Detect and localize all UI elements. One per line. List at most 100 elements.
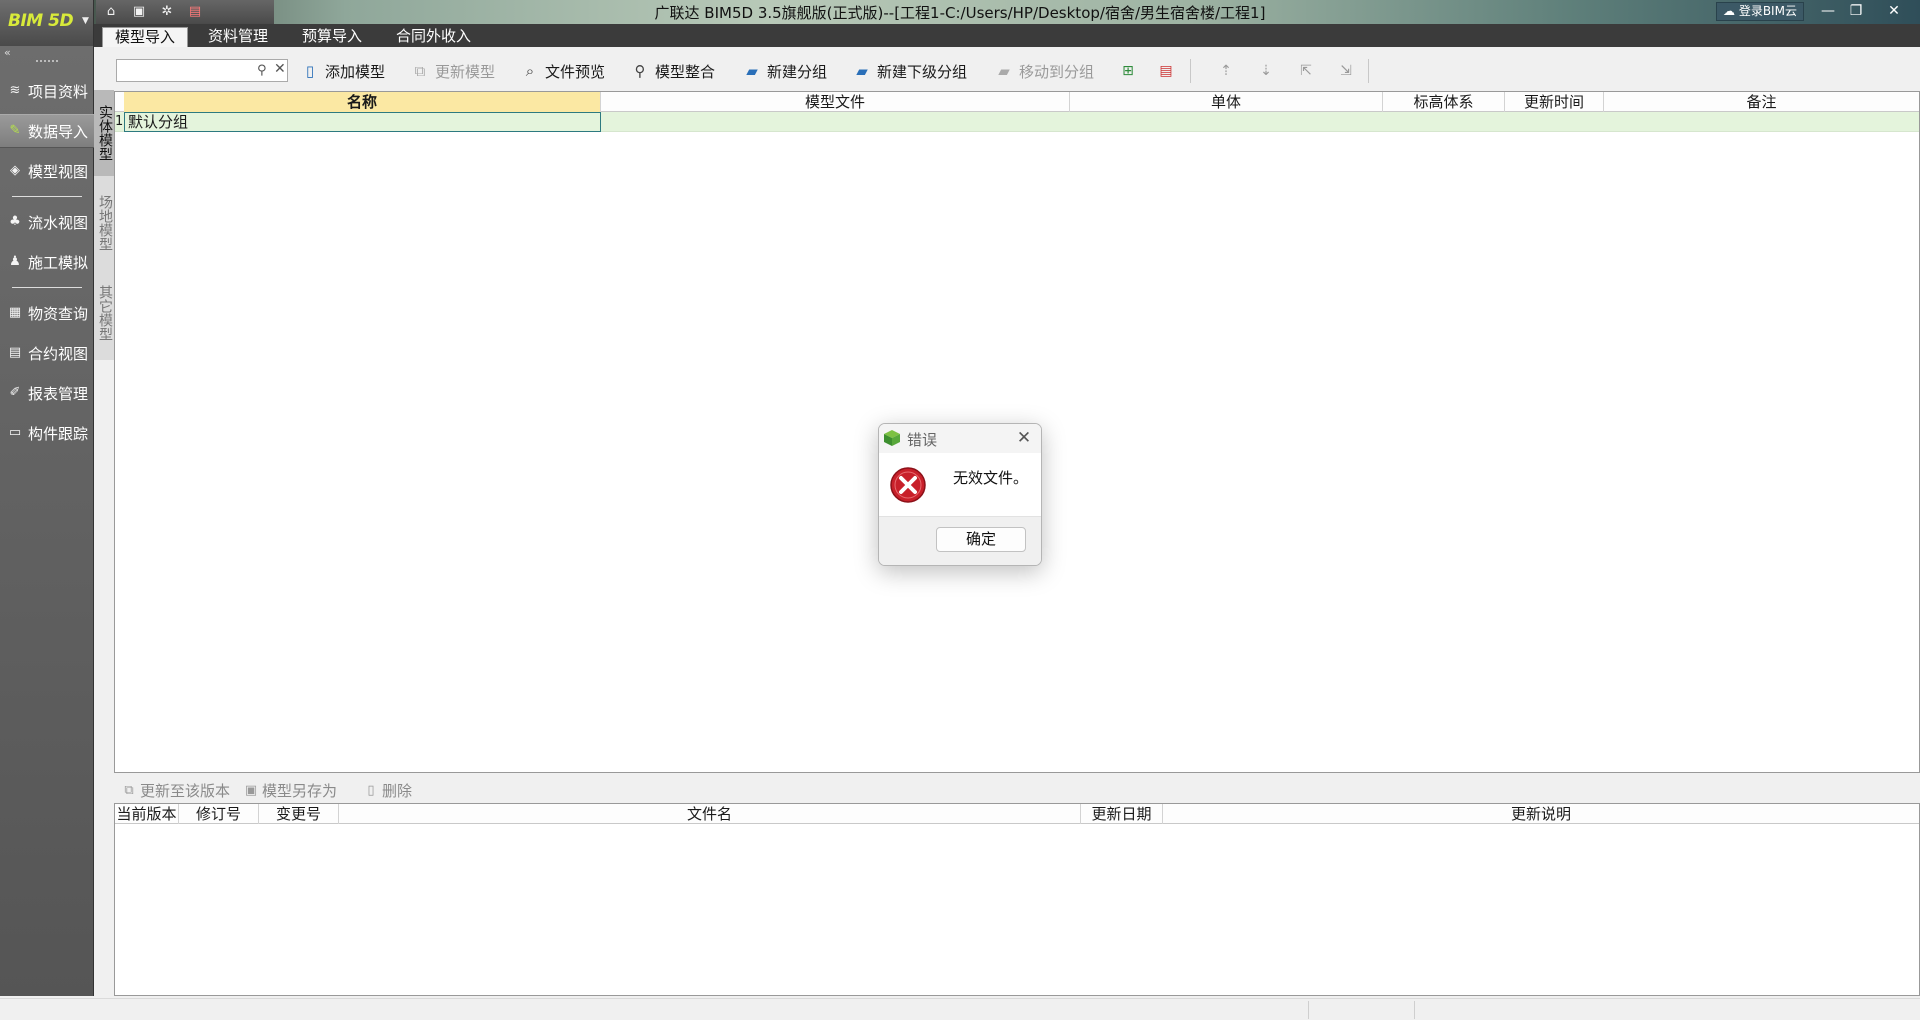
- ok-button[interactable]: 确定: [936, 527, 1026, 552]
- sidebar-grip: [36, 60, 58, 62]
- collapse-icon[interactable]: «: [4, 46, 11, 59]
- tab-extra-contract-income[interactable]: 合同外收入: [384, 27, 483, 47]
- import-icon: ✎: [9, 123, 21, 138]
- title-bar: ⌂ ▣ ✲ ▤ 广联达 BIM5D 3.5旗舰版(正式版)--[工程1-C:/U…: [0, 0, 1920, 24]
- move-top-icon[interactable]: ⇱: [1296, 61, 1316, 81]
- tab-model-import[interactable]: 模型导入: [102, 27, 189, 47]
- sidebar-item-report-management[interactable]: ✐ 报表管理: [0, 376, 94, 410]
- column-header-revision[interactable]: 修订号: [179, 804, 259, 824]
- sidebar-item-construction-sim[interactable]: ♟ 施工模拟: [0, 245, 94, 279]
- cloud-login-label: 登录BIM云: [1738, 4, 1797, 18]
- cloud-login-button[interactable]: ☁ 登录BIM云: [1716, 2, 1804, 21]
- sidebar-item-project-docs[interactable]: ≋ 项目资料: [0, 74, 94, 108]
- minimize-icon[interactable]: —: [1814, 0, 1842, 22]
- tab-site-model[interactable]: 场地模型: [94, 180, 114, 266]
- add-model-button[interactable]: ▯ 添加模型: [300, 58, 385, 84]
- record-icon[interactable]: ▤: [186, 3, 204, 21]
- sidebar-item-model-view[interactable]: ◈ 模型视图: [0, 154, 94, 188]
- flow-icon: ♣: [9, 214, 21, 229]
- restore-icon[interactable]: ❐: [1842, 0, 1870, 22]
- move-up-icon[interactable]: ⇡: [1216, 61, 1236, 81]
- sidebar-item-materials-query[interactable]: ▦ 物资查询: [0, 296, 94, 330]
- version-grid-header: 当前版本 修订号 变更号 文件名 更新日期 更新说明: [115, 804, 1919, 824]
- file-preview-button[interactable]: ⌕ 文件预览: [520, 58, 605, 84]
- chevron-down-icon: ▼: [82, 16, 89, 26]
- update-to-version-label: 更新至该版本: [140, 781, 231, 800]
- sidebar: « ≋ 项目资料 ✎ 数据导入 ◈ 模型视图 ♣ 流水视图 ♟ 施工模拟 ▦ 物…: [0, 46, 94, 996]
- quick-access-toolbar: ⌂ ▣ ✲ ▤: [96, 0, 274, 24]
- search-icon[interactable]: ⚲: [257, 63, 267, 78]
- save-icon[interactable]: ▣: [130, 3, 148, 21]
- close-icon[interactable]: ✕: [1012, 426, 1036, 450]
- tab-entity-model[interactable]: 实体模型: [94, 90, 114, 176]
- new-subgroup-button[interactable]: ▰ 新建下级分组: [852, 58, 967, 84]
- sidebar-item-label: 项目资料: [28, 82, 89, 101]
- sidebar-item-flow-view[interactable]: ♣ 流水视图: [0, 205, 94, 239]
- sidebar-item-component-tracking[interactable]: ▭ 构件跟踪: [0, 416, 94, 450]
- update-model-label: 更新模型: [435, 62, 496, 81]
- delete-doc-icon[interactable]: ▤: [1156, 61, 1176, 81]
- version-grid: 当前版本 修订号 变更号 文件名 更新日期 更新说明: [114, 803, 1920, 996]
- column-header-update-time[interactable]: 更新时间: [1505, 92, 1604, 112]
- sidebar-item-label: 构件跟踪: [28, 424, 89, 443]
- column-header-unit[interactable]: 单体: [1070, 92, 1383, 112]
- home-icon[interactable]: ⌂: [102, 3, 120, 21]
- clear-icon[interactable]: ✕: [274, 61, 286, 77]
- sidebar-item-data-import[interactable]: ✎ 数据导入: [0, 114, 94, 148]
- update-to-version-button[interactable]: ⧉ 更新至该版本: [122, 780, 230, 800]
- sidebar-item-label: 施工模拟: [28, 253, 89, 272]
- materials-icon: ▦: [8, 305, 22, 320]
- worker-icon: ♟: [9, 254, 21, 269]
- dialog-message: 无效文件。: [953, 469, 1029, 487]
- file-preview-label: 文件预览: [545, 62, 606, 81]
- sidebar-item-label: 流水视图: [28, 213, 89, 232]
- dialog-body: 无效文件。: [879, 453, 1041, 515]
- tab-document-management[interactable]: 资料管理: [196, 27, 280, 47]
- column-header-name[interactable]: 名称: [124, 92, 601, 112]
- move-to-group-button[interactable]: ▰ 移动到分组: [994, 58, 1094, 84]
- sidebar-item-contract-view[interactable]: ▤ 合约视图: [0, 336, 94, 370]
- search-input[interactable]: [119, 62, 249, 79]
- grid-header: 名称 模型文件 单体 标高体系 更新时间 备注: [115, 92, 1919, 112]
- move-down-icon[interactable]: ⇣: [1256, 61, 1276, 81]
- window-title: 广联达 BIM5D 3.5旗舰版(正式版)--[工程1-C:/Users/HP/…: [654, 4, 1266, 22]
- model-merge-button[interactable]: ⚲ 模型整合: [630, 58, 716, 84]
- document-icon: ▯: [305, 62, 315, 80]
- version-toolbar: ⧉ 更新至该版本 ▣ 模型另存为 ▯ 删除: [114, 776, 1920, 802]
- add-model-label: 添加模型: [325, 62, 386, 81]
- column-header-model-file[interactable]: 模型文件: [601, 92, 1070, 112]
- error-dialog: 错误 ✕ 无效文件。 确定: [878, 423, 1042, 566]
- new-subgroup-label: 新建下级分组: [877, 62, 968, 81]
- new-group-label: 新建分组: [767, 62, 828, 81]
- tab-other-model[interactable]: 其它模型: [94, 270, 114, 356]
- column-header-update-notes[interactable]: 更新说明: [1163, 804, 1919, 824]
- move-bottom-icon[interactable]: ⇲: [1336, 61, 1356, 81]
- tab-budget-import[interactable]: 预算导入: [290, 27, 374, 47]
- sidebar-item-label: 物资查询: [28, 304, 89, 323]
- update-model-button[interactable]: ⧉ 更新模型: [410, 58, 495, 84]
- stack-icon: ≋: [9, 83, 21, 98]
- column-header-file-name[interactable]: 文件名: [339, 804, 1081, 824]
- save-model-as-button[interactable]: ▣ 模型另存为: [244, 780, 337, 800]
- move-folder-icon: ▰: [998, 62, 1010, 80]
- app-logo[interactable]: BIM 5D ▼: [0, 0, 94, 46]
- delete-version-button[interactable]: ▯ 删除: [364, 780, 412, 800]
- sidebar-item-label: 模型视图: [28, 162, 89, 181]
- status-bar: [0, 998, 1920, 1020]
- sidebar-divider: [12, 196, 82, 197]
- magnifier-icon: ⚲: [634, 62, 646, 80]
- close-window-icon[interactable]: ✕: [1880, 0, 1908, 22]
- table-row[interactable]: 1 默认分组: [115, 112, 1919, 132]
- column-header-change-no[interactable]: 变更号: [259, 804, 339, 824]
- column-header-elevation[interactable]: 标高体系: [1383, 92, 1505, 112]
- cell-group-name[interactable]: 默认分组: [124, 112, 601, 132]
- column-header-note[interactable]: 备注: [1604, 92, 1919, 112]
- column-header-current-version[interactable]: 当前版本: [115, 804, 179, 824]
- new-group-button[interactable]: ▰ 新建分组: [742, 58, 827, 84]
- gear-icon[interactable]: ✲: [158, 3, 176, 21]
- export-icon[interactable]: ⊞: [1118, 61, 1138, 81]
- column-header-update-date[interactable]: 更新日期: [1081, 804, 1163, 824]
- update-icon: ⧉: [414, 62, 426, 80]
- status-divider: [1414, 1001, 1415, 1019]
- app-cube-icon: [884, 430, 900, 446]
